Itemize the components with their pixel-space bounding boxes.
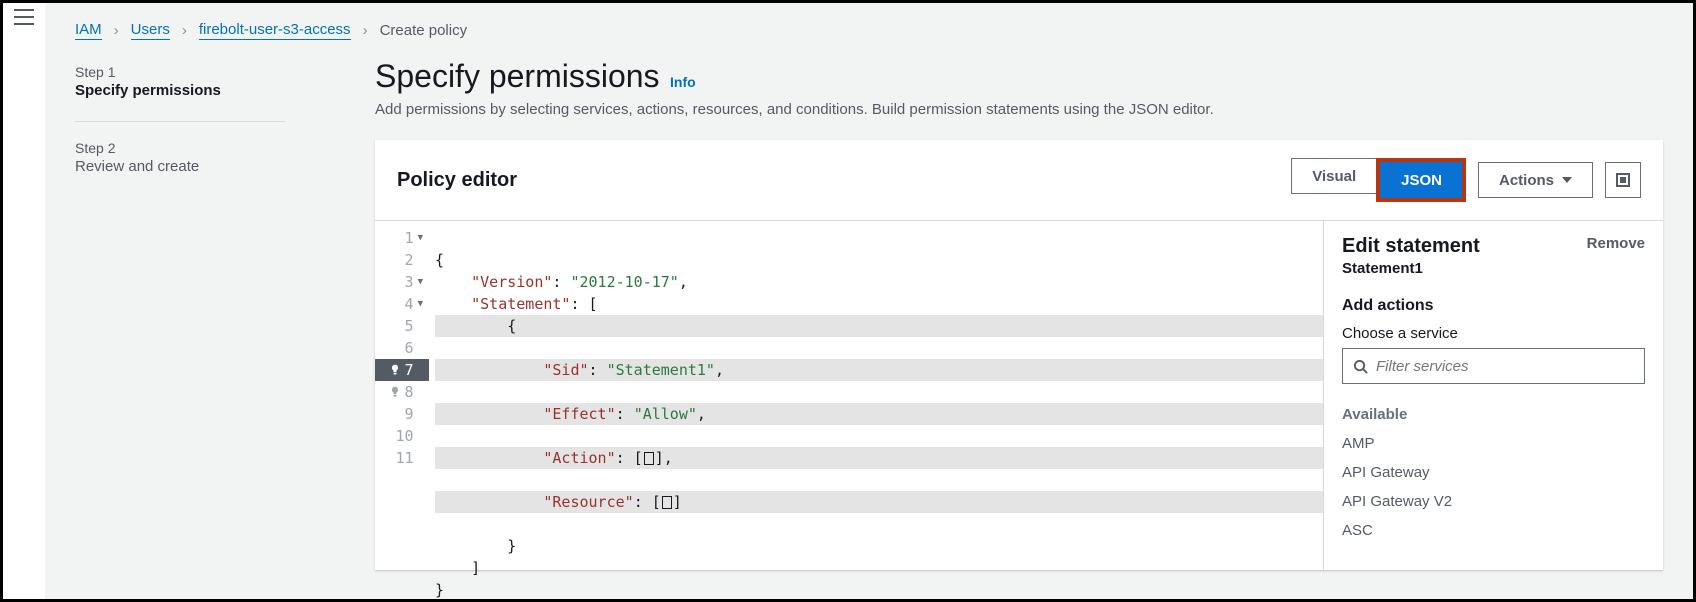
breadcrumb-current: Create policy bbox=[380, 22, 468, 39]
json-editor[interactable]: 1▼ 2▼ 3▼ 4▼ 5▼ 6▼ 7▼ bbox=[375, 221, 1323, 570]
breadcrumb-users[interactable]: Users bbox=[131, 21, 170, 40]
divider bbox=[75, 121, 285, 122]
policy-editor-panel: Policy editor Visual JSON Actions bbox=[375, 140, 1663, 570]
step-label: Step 2 bbox=[75, 140, 335, 156]
service-item[interactable]: ASC bbox=[1342, 522, 1645, 539]
service-item[interactable]: API Gateway V2 bbox=[1342, 493, 1645, 510]
fold-icon[interactable]: ▼ bbox=[418, 271, 423, 293]
breadcrumb: IAM › Users › firebolt-user-s3-access › … bbox=[75, 21, 1663, 40]
step-title: Review and create bbox=[75, 158, 335, 175]
side-panel-subtitle: Statement1 bbox=[1342, 260, 1480, 277]
step-2[interactable]: Step 2 Review and create bbox=[75, 136, 335, 187]
chevron-right-icon: › bbox=[114, 22, 119, 39]
chevron-right-icon: › bbox=[182, 22, 187, 39]
available-heading: Available bbox=[1342, 406, 1645, 423]
info-link[interactable]: Info bbox=[670, 74, 696, 90]
json-button-highlight: JSON bbox=[1376, 158, 1466, 202]
fold-icon[interactable]: ▼ bbox=[418, 293, 423, 315]
chevron-right-icon: › bbox=[363, 22, 368, 39]
page-title: Specify permissions bbox=[375, 58, 660, 95]
editor-mode-toggle: Visual JSON bbox=[1291, 158, 1466, 202]
breadcrumb-user[interactable]: firebolt-user-s3-access bbox=[199, 21, 351, 40]
actions-dropdown[interactable]: Actions bbox=[1478, 162, 1593, 198]
breadcrumb-iam[interactable]: IAM bbox=[75, 21, 102, 40]
code-content[interactable]: { "Version": "2012-10-17", "Statement": … bbox=[429, 221, 1323, 570]
service-search[interactable] bbox=[1342, 348, 1645, 384]
visual-button[interactable]: Visual bbox=[1291, 158, 1376, 194]
service-search-input[interactable] bbox=[1376, 358, 1634, 375]
step-label: Step 1 bbox=[75, 64, 335, 80]
fullscreen-icon bbox=[1616, 173, 1630, 187]
actions-label: Actions bbox=[1499, 172, 1554, 189]
fold-icon[interactable]: ▼ bbox=[418, 227, 423, 249]
side-panel-title: Edit statement bbox=[1342, 235, 1480, 258]
fullscreen-button[interactable] bbox=[1605, 162, 1641, 198]
step-title: Specify permissions bbox=[75, 82, 335, 99]
json-button[interactable]: JSON bbox=[1380, 162, 1462, 198]
step-1[interactable]: Step 1 Specify permissions bbox=[75, 60, 335, 111]
service-item[interactable]: API Gateway bbox=[1342, 464, 1645, 481]
page-subtitle: Add permissions by selecting services, a… bbox=[375, 101, 1663, 118]
remove-button[interactable]: Remove bbox=[1587, 235, 1645, 252]
search-icon bbox=[1353, 359, 1368, 374]
edit-statement-panel: Edit statement Statement1 Remove Add act… bbox=[1323, 221, 1663, 570]
chevron-down-icon bbox=[1562, 177, 1572, 183]
lightbulb-icon[interactable] bbox=[389, 364, 401, 376]
wizard-steps: Step 1 Specify permissions Step 2 Review… bbox=[75, 58, 335, 570]
service-item[interactable]: AMP bbox=[1342, 435, 1645, 452]
choose-service-label: Choose a service bbox=[1342, 325, 1645, 342]
hamburger-menu-icon[interactable] bbox=[14, 9, 34, 25]
panel-title: Policy editor bbox=[397, 169, 517, 192]
line-gutter: 1▼ 2▼ 3▼ 4▼ 5▼ 6▼ 7▼ bbox=[375, 221, 429, 570]
add-actions-heading: Add actions bbox=[1342, 297, 1645, 315]
lightbulb-icon[interactable] bbox=[389, 386, 401, 398]
